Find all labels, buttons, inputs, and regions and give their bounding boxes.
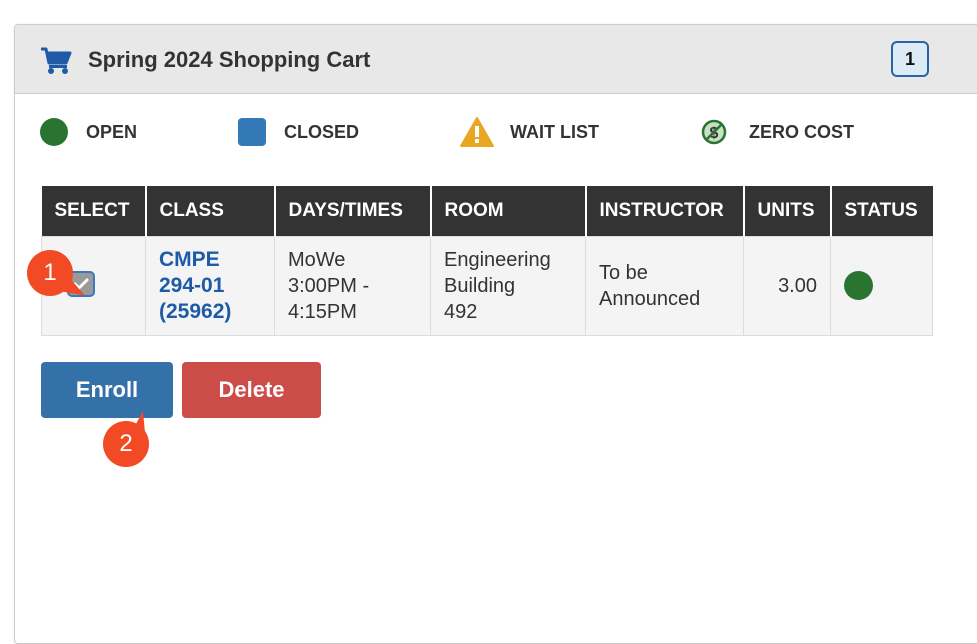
class-link[interactable]: CMPE 294-01 (25962) (159, 248, 231, 323)
class-number: (25962) (159, 299, 232, 323)
room-line1: Engineering (444, 248, 551, 271)
panel-title: Spring 2024 Shopping Cart (88, 47, 371, 72)
shopping-cart-icon (41, 47, 72, 74)
header-select: SELECT (41, 186, 147, 236)
annotation-callout-2: 2 (103, 411, 149, 467)
legend-closed: CLOSED (238, 117, 359, 147)
days-times-cell: MoWe 3:00PM - 4:15PM (274, 235, 431, 336)
legend-zero-cost: $ ZERO COST (701, 117, 854, 147)
panel-header: Spring 2024 Shopping Cart 1 (15, 25, 977, 94)
instructor-line2: Announced (599, 287, 701, 310)
legend-label: CLOSED (284, 121, 360, 142)
legend-wait-list: WAIT LIST (459, 117, 599, 147)
annotation-callout-1: 1 (27, 250, 73, 296)
closed-square-icon (238, 118, 266, 146)
header-instructor: INSTRUCTOR (585, 186, 745, 236)
room-cell: Engineering Building 492 (430, 235, 586, 336)
open-circle-icon (40, 118, 68, 146)
legend-label: OPEN (86, 121, 138, 142)
class-cell: CMPE 294-01 (25962) (145, 235, 275, 336)
room-line2: Building (444, 274, 516, 297)
room-line3: 492 (444, 300, 478, 323)
warning-triangle-icon (460, 117, 494, 147)
time-start: 3:00PM - (288, 274, 370, 297)
days: MoWe (288, 248, 346, 271)
legend-label: ZERO COST (749, 121, 855, 142)
units-cell: 3.00 (743, 235, 831, 336)
header-status: STATUS (830, 186, 933, 236)
class-subject: CMPE (159, 247, 220, 271)
shopping-cart-panel: Spring 2024 Shopping Cart 1 OPEN CLOSED … (14, 24, 977, 644)
legend-label: WAIT LIST (510, 121, 599, 142)
header-units: UNITS (743, 186, 832, 236)
status-open-icon (844, 270, 873, 300)
instructor-line1: To be (599, 261, 648, 284)
time-end: 4:15PM (288, 300, 357, 323)
class-section: 294-01 (159, 273, 225, 297)
shopping-cart-table: SELECT CLASS DAYS/TIMES ROOM INSTRUCTOR … (41, 186, 933, 336)
delete-button[interactable]: Delete (182, 362, 321, 418)
table-header-row: SELECT CLASS DAYS/TIMES ROOM INSTRUCTOR … (41, 186, 933, 236)
header-days-times: DAYS/TIMES (274, 186, 432, 236)
header-class: CLASS (145, 186, 276, 236)
zero-cost-icon: $ (701, 119, 727, 145)
cart-count-badge: 1 (891, 41, 929, 77)
table-row: CMPE 294-01 (25962) MoWe 3:00PM - 4:15PM… (41, 235, 933, 336)
enroll-button[interactable]: Enroll (41, 362, 173, 418)
status-cell (830, 235, 933, 336)
legend-open: OPEN (40, 117, 137, 147)
header-room: ROOM (430, 186, 587, 236)
instructor-cell: To be Announced (585, 235, 744, 336)
